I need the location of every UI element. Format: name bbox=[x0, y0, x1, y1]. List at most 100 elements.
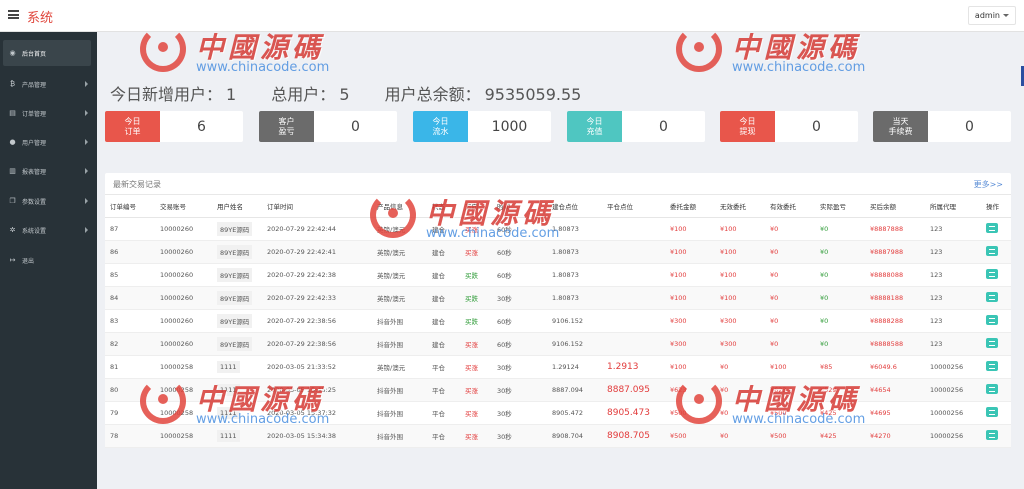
table-cell: ¥8887888 bbox=[865, 217, 925, 241]
table-cell: ¥0 bbox=[765, 332, 815, 356]
table-cell: ¥0 bbox=[715, 378, 765, 402]
sidebar-item-parameters[interactable]: ❐ 参数设置 bbox=[0, 188, 97, 214]
column-header: 建仓点位 bbox=[547, 195, 602, 218]
view-detail-button[interactable] bbox=[986, 383, 998, 394]
view-detail-button[interactable] bbox=[986, 360, 998, 371]
sidebar-item-users[interactable]: ● 用户管理 bbox=[0, 129, 97, 155]
card-today-deposit: 今日 充值 0 bbox=[567, 111, 705, 142]
table-cell: ¥8887988 bbox=[865, 240, 925, 264]
table-row: 84 10000260 89YE源码 2020-07-29 22:42:33 英镑/澳元… bbox=[105, 286, 1011, 310]
clipboard-icon: ▥ bbox=[9, 166, 16, 175]
table-cell: 建仓 bbox=[427, 332, 460, 356]
table-cell: 1111 bbox=[212, 401, 262, 425]
view-detail-button[interactable] bbox=[986, 291, 998, 302]
sidebar-item-reports[interactable]: ▥ 报表管理 bbox=[0, 158, 97, 184]
table-cell: 抖音外围 bbox=[372, 332, 427, 356]
table-cell bbox=[981, 378, 1011, 402]
watermark-url: www.chinacode.com bbox=[196, 60, 330, 75]
table-cell: 1.29124 bbox=[547, 355, 602, 379]
table-cell: 买跌 bbox=[460, 263, 492, 287]
column-header: 平仓点位 bbox=[602, 195, 665, 218]
sidebar-item-label: 系统设置 bbox=[22, 227, 47, 235]
table-cell: ¥4270 bbox=[865, 424, 925, 448]
card-tag: 客户 盈亏 bbox=[259, 111, 314, 142]
table-cell: ¥100 bbox=[665, 286, 715, 310]
table-cell: 60秒 bbox=[492, 309, 547, 333]
table-cell: 86 bbox=[105, 240, 155, 264]
table-cell: 2020-07-29 22:42:41 bbox=[262, 240, 372, 264]
table-cell: ¥0 bbox=[765, 240, 815, 264]
document-icon: ▤ bbox=[9, 108, 16, 117]
table-cell: 2020-07-29 22:38:56 bbox=[262, 309, 372, 333]
table-cell: 建仓 bbox=[427, 263, 460, 287]
table-cell: ¥0 bbox=[815, 263, 865, 287]
table-cell: ¥100 bbox=[715, 286, 765, 310]
menu-toggle-icon[interactable] bbox=[8, 10, 19, 19]
table-cell: 89YE源码 bbox=[212, 240, 262, 264]
column-header: 委托金额 bbox=[665, 195, 715, 218]
sidebar-item-orders[interactable]: ▤ 订单管理 bbox=[0, 100, 97, 126]
sidebar-item-products[interactable]: ₿ 产品管理 bbox=[0, 71, 97, 97]
table-cell: 10000260 bbox=[155, 332, 212, 356]
table-cell: 抖音外围 bbox=[372, 309, 427, 333]
table-row: 86 10000260 89YE源码 2020-07-29 22:42:41 英镑/澳元… bbox=[105, 240, 1011, 264]
chevron-right-icon bbox=[85, 81, 88, 87]
sidebar-item-label: 参数设置 bbox=[22, 198, 47, 206]
more-link[interactable]: 更多>> bbox=[974, 179, 1003, 190]
chevron-right-icon bbox=[85, 227, 88, 233]
brand-title: 系统 bbox=[27, 11, 54, 26]
view-detail-button[interactable] bbox=[986, 268, 998, 279]
card-value: 1000 bbox=[491, 118, 528, 135]
view-detail-button[interactable] bbox=[986, 337, 998, 348]
table-cell bbox=[981, 332, 1011, 356]
sidebar-item-label: 订单管理 bbox=[22, 110, 47, 118]
table-cell: 30秒 bbox=[492, 424, 547, 448]
table-cell: 买跌 bbox=[460, 286, 492, 310]
view-detail-button[interactable] bbox=[986, 222, 998, 233]
table-cell: ¥4654 bbox=[865, 378, 925, 402]
view-detail-button[interactable] bbox=[986, 245, 998, 256]
table-cell: 2020-03-05 15:45:25 bbox=[262, 378, 372, 402]
card-value: 6 bbox=[197, 118, 206, 135]
table-cell: 8905.472 bbox=[547, 401, 602, 425]
table-cell: 10000260 bbox=[155, 263, 212, 287]
card-value: 0 bbox=[965, 118, 974, 135]
table-cell: 9106.152 bbox=[547, 332, 602, 356]
table-cell: 10000260 bbox=[155, 240, 212, 264]
table-cell: 8905.473 bbox=[602, 401, 665, 425]
table-cell: 2020-03-05 15:34:38 bbox=[262, 424, 372, 448]
table-cell: ¥8888088 bbox=[865, 263, 925, 287]
table-cell: ¥85 bbox=[815, 355, 865, 379]
sidebar-item-logout[interactable]: ↦ 退出 bbox=[0, 247, 97, 273]
table-cell: 123 bbox=[925, 332, 981, 356]
table-cell: 87 bbox=[105, 217, 155, 241]
watermark-logo-icon bbox=[676, 26, 722, 72]
table-cell: 8908.705 bbox=[602, 424, 665, 448]
sidebar-item-home[interactable]: ◉ 后台首页 bbox=[3, 40, 91, 66]
table-cell: 英镑/澳元 bbox=[372, 217, 427, 241]
sidebar-item-label: 产品管理 bbox=[22, 81, 47, 89]
table-cell bbox=[602, 309, 665, 333]
view-detail-button[interactable] bbox=[986, 429, 998, 440]
table-cell: 8908.704 bbox=[547, 424, 602, 448]
table-cell: 30秒 bbox=[492, 355, 547, 379]
chevron-down-icon bbox=[1003, 14, 1009, 17]
card-tag: 今日 充值 bbox=[567, 111, 622, 142]
table-cell: ¥500 bbox=[765, 401, 815, 425]
card-tag: 今日 提现 bbox=[720, 111, 775, 142]
trades-table: 订单编号 交易账号 用户姓名 订单时间 产品信息 状态 方向 时间 建仓点位 平仓点位 委托金额 无效… bbox=[105, 195, 1011, 448]
table-cell: 10000256 bbox=[925, 401, 981, 425]
table-cell: ¥425 bbox=[815, 401, 865, 425]
view-detail-button[interactable] bbox=[986, 314, 998, 325]
new-users-label: 今日新增用户： bbox=[110, 85, 223, 104]
table-cell: 2020-07-29 22:42:44 bbox=[262, 217, 372, 241]
table-cell: 1111 bbox=[212, 424, 262, 448]
sidebar-item-system-settings[interactable]: ✲ 系统设置 bbox=[0, 217, 97, 243]
user-menu-dropdown[interactable]: admin bbox=[967, 6, 1016, 25]
column-header: 操作 bbox=[981, 195, 1011, 218]
view-detail-button[interactable] bbox=[986, 406, 998, 417]
user-name: admin bbox=[974, 11, 1000, 20]
chevron-right-icon bbox=[85, 110, 88, 116]
column-header: 订单时间 bbox=[262, 195, 372, 218]
table-cell: 10000258 bbox=[155, 378, 212, 402]
